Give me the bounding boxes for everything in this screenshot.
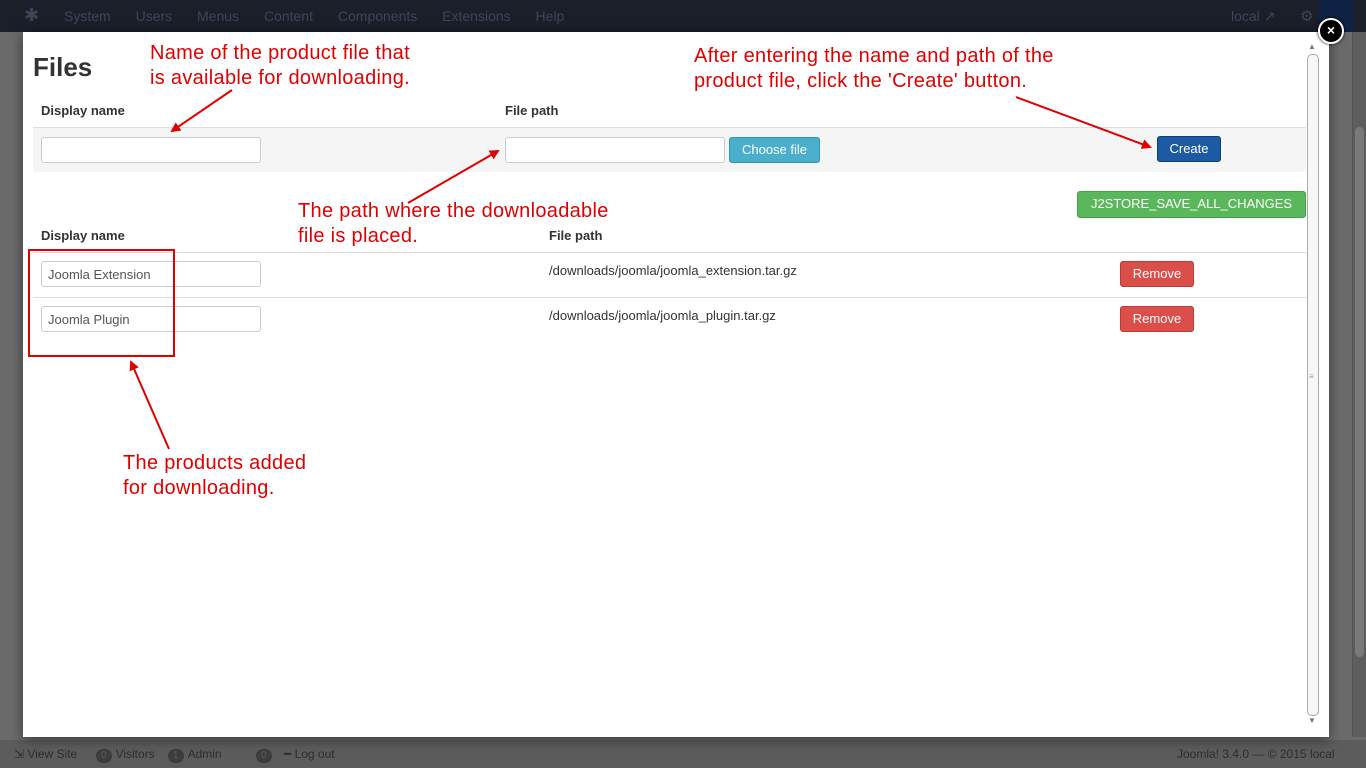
file-path-text: /downloads/joomla/joomla_plugin.tar.gz [549,308,776,323]
logout-link[interactable]: ━ Log out [284,747,335,761]
menu-users[interactable]: Users [136,8,173,24]
annotation-line: The path where the downloadable [298,200,609,222]
remove-button[interactable]: Remove [1120,261,1194,287]
joomla-logo-icon[interactable]: ✱ [24,6,42,24]
logout-label: Log out [294,747,335,761]
annotation-path: The path where the downloadable file is … [298,199,609,249]
file-path-header: File path [505,103,559,118]
modal-scrollbar[interactable]: ▲ ≡ ▼ [1306,42,1319,728]
admin-status-bar: ⇲ View Site 0 Visitors 1 Admin 0 ━ Log out… [0,740,1366,768]
admin-count: 1 [168,749,184,763]
annotation-name: Name of the product file that is availab… [150,41,410,91]
annotation-line: product file, click the 'Create' button. [694,70,1028,92]
menu-system[interactable]: System [64,8,111,24]
external-link-icon: ↗ [1263,8,1276,24]
new-file-path-input[interactable] [505,137,725,163]
close-icon[interactable]: × [1318,18,1344,44]
view-site-link[interactable]: ⇲ View Site [14,747,77,761]
site-link[interactable]: local ↗ [1231,8,1275,25]
admin-label: Admin [187,747,222,761]
page-scrollbar-thumb[interactable] [1355,127,1364,657]
menu-menus[interactable]: Menus [197,8,239,24]
create-button[interactable]: Create [1157,136,1221,162]
visitors-label: Visitors [115,747,155,761]
visitors-count: 0 [96,749,112,763]
display-name-header: Display name [41,103,125,118]
menu-extensions[interactable]: Extensions [442,8,510,24]
scrollbar-grip-icon: ≡ [1309,372,1314,381]
choose-file-button[interactable]: Choose file [729,137,820,163]
files-display-name-header: Display name [41,228,125,243]
site-name: local [1231,8,1260,24]
annotation-line: Name of the product file that [150,42,410,64]
annotation-line: is available for downloading. [150,67,410,89]
view-site-icon: ⇲ [14,747,25,761]
version-text: Joomla! 3.4.0 — © 2015 local [1177,747,1335,761]
annotation-create: After entering the name and path of the … [694,44,1054,94]
admin-top-bar: ✱ System Users Menus Content Components … [0,0,1366,32]
visitors-indicator: 0 Visitors [96,747,155,763]
menu-content[interactable]: Content [264,8,313,24]
menu-components[interactable]: Components [338,8,417,24]
file-path-text: /downloads/joomla/joomla_extension.tar.g… [549,263,797,278]
annotation-line: After entering the name and path of the [694,45,1054,67]
annotation-products: The products added for downloading. [123,451,306,501]
messages-count: 0 [256,749,272,763]
files-modal: Files Display name File path Choose file… [23,32,1329,737]
gear-icon[interactable]: ⚙ [1300,7,1313,25]
annotation-line: The products added [123,452,307,474]
save-all-changes-button[interactable]: J2STORE_SAVE_ALL_CHANGES [1077,191,1306,218]
scroll-down-arrow-icon[interactable]: ▼ [1308,716,1316,725]
remove-button[interactable]: Remove [1120,306,1194,332]
new-display-name-input[interactable] [41,137,261,163]
annotation-line: for downloading. [123,477,275,499]
page-title: Files [33,52,93,82]
admin-indicator: 1 Admin [168,747,222,763]
view-site-label: View Site [27,747,78,761]
modal-scrollbar-thumb[interactable] [1307,54,1319,716]
scroll-up-arrow-icon[interactable]: ▲ [1308,42,1316,51]
messages-indicator: 0 [256,747,276,763]
annotation-highlight-box [28,249,175,357]
minus-icon: ━ [284,747,292,761]
annotation-line: file is placed. [298,225,419,247]
page-scrollbar[interactable] [1352,32,1366,737]
admin-menu: System Users Menus Content Components Ex… [64,8,585,24]
menu-help[interactable]: Help [536,8,565,24]
